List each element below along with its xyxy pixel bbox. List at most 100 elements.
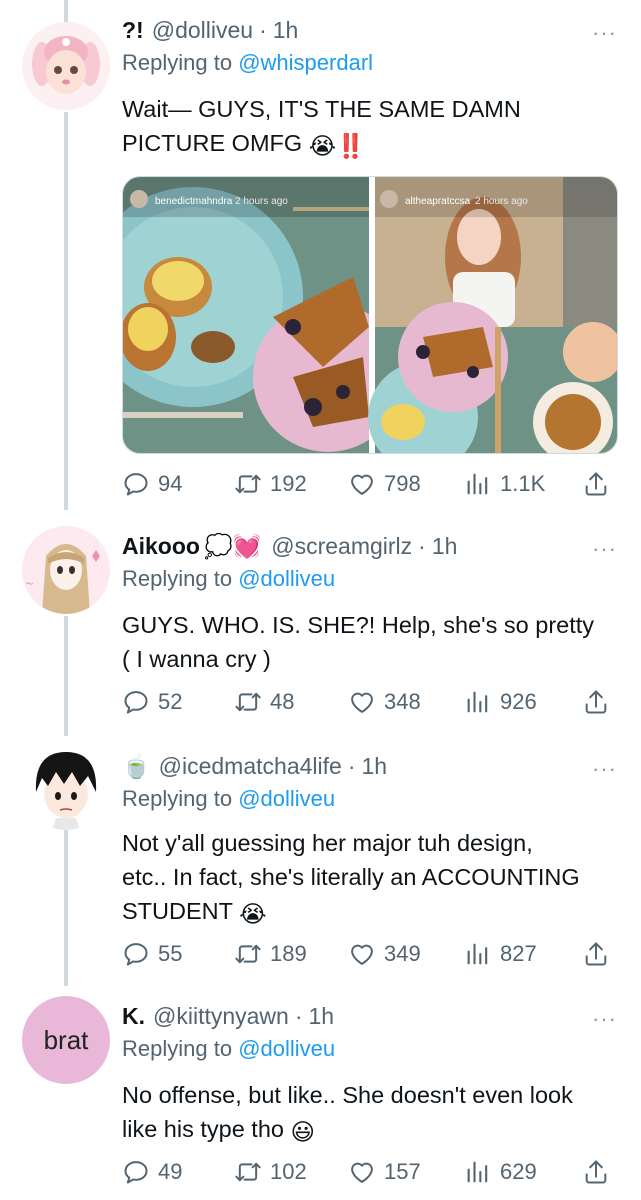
- like-icon: [348, 940, 376, 968]
- share-button[interactable]: [582, 940, 610, 968]
- retweet-count: 192: [270, 471, 307, 496]
- retweet-button[interactable]: 189: [234, 940, 307, 968]
- tweet-text: GUYS. WHO. IS. SHE?! Help, she's so pret…: [122, 608, 594, 676]
- tweet-text: Wait— GUYS, IT'S THE SAME DAMN PICTURE O…: [122, 92, 521, 163]
- reply-button[interactable]: 52: [122, 688, 182, 716]
- timestamp[interactable]: 1h: [309, 1003, 335, 1030]
- like-button[interactable]: 798: [348, 470, 421, 498]
- replying-label: Replying to: [122, 50, 233, 75]
- views-count: 926: [500, 689, 537, 714]
- separator-dot: ·: [418, 532, 426, 559]
- like-button[interactable]: 349: [348, 940, 421, 968]
- share-button[interactable]: [582, 688, 610, 716]
- like-count: 348: [384, 689, 421, 714]
- mention-link[interactable]: @dolliveu: [238, 1036, 335, 1061]
- avatar[interactable]: [22, 742, 110, 830]
- like-icon: [348, 1158, 376, 1186]
- text-line: ( I wanna cry ): [122, 646, 271, 672]
- mention-link[interactable]: @dolliveu: [238, 566, 335, 591]
- separator-dot: ·: [347, 752, 356, 779]
- anime-girl-avatar-image: ～: [22, 526, 110, 614]
- replying-label: Replying to: [122, 786, 233, 811]
- reply-count: 94: [158, 471, 183, 496]
- retweet-button[interactable]: 48: [234, 688, 294, 716]
- emoji: 😭: [239, 901, 267, 927]
- retweet-button[interactable]: 102: [234, 1158, 307, 1186]
- like-icon: [348, 470, 376, 498]
- retweet-icon: [234, 470, 262, 498]
- more-icon[interactable]: ···: [592, 1006, 617, 1032]
- display-name[interactable]: K.: [122, 1003, 145, 1030]
- reply-count: 52: [158, 689, 183, 714]
- like-button[interactable]: 157: [348, 1158, 421, 1186]
- retweet-count: 189: [270, 941, 307, 966]
- avatar[interactable]: brat: [22, 996, 110, 1084]
- avatar-text: brat: [43, 1024, 89, 1055]
- more-icon[interactable]: ···: [592, 20, 617, 46]
- tweet[interactable]: ?! @dolliveu · 1h ··· Replying to @whisp…: [0, 0, 641, 510]
- retweet-button[interactable]: 192: [234, 470, 307, 498]
- tweet[interactable]: brat K. @kiittynyawn · 1h ··· Replying t…: [0, 990, 641, 1200]
- handle[interactable]: @dolliveu: [152, 17, 253, 44]
- share-icon: [582, 688, 610, 716]
- handle[interactable]: @kiittynyawn: [153, 1003, 289, 1030]
- media-image: benedictmahndra 2 hours ago altheapratcc…: [123, 177, 617, 453]
- share-button[interactable]: [582, 1158, 610, 1186]
- reply-count: 55: [158, 941, 183, 966]
- tweet-text: No offense, but like.. She doesn't even …: [122, 1078, 573, 1149]
- media-attachment[interactable]: benedictmahndra 2 hours ago altheapratcc…: [122, 176, 618, 454]
- views-button[interactable]: 1.1K: [464, 470, 545, 498]
- text-line: PICTURE OMFG: [122, 130, 303, 156]
- retweet-icon: [234, 688, 262, 716]
- avatar[interactable]: ～: [22, 526, 110, 614]
- mention-link[interactable]: @dolliveu: [238, 786, 335, 811]
- replying-label: Replying to: [122, 1036, 233, 1061]
- like-button[interactable]: 348: [348, 688, 421, 716]
- avatar-scribble: ～: [26, 581, 33, 588]
- display-name[interactable]: Aikooo: [122, 533, 200, 560]
- handle[interactable]: @screamgirlz: [271, 533, 412, 560]
- like-count: 349: [384, 941, 421, 966]
- more-icon[interactable]: ···: [592, 536, 617, 562]
- handle[interactable]: @icedmatcha4life: [159, 753, 342, 780]
- reply-icon: [122, 688, 150, 716]
- anime-boy-avatar-image: [22, 742, 110, 830]
- tweet[interactable]: 🍵 @icedmatcha4life · 1h ··· Replying to …: [0, 736, 641, 986]
- like-count: 157: [384, 1159, 421, 1184]
- share-icon: [582, 470, 610, 498]
- replying-to: Replying to @whisperdarl: [122, 50, 373, 76]
- timestamp[interactable]: 1h: [361, 753, 387, 780]
- share-button[interactable]: [582, 470, 610, 498]
- separator-dot: ·: [294, 1002, 303, 1029]
- text-line: etc.. In fact, she's literally an ACCOUN…: [122, 864, 580, 890]
- avatar[interactable]: [22, 22, 110, 110]
- text-line: like his type tho: [122, 1116, 284, 1142]
- tweet-actions: 55 189 349 827: [122, 940, 621, 974]
- emoji: 😃: [290, 1119, 316, 1145]
- views-button[interactable]: 827: [464, 940, 537, 968]
- name-emoji: 💭💓: [203, 532, 262, 559]
- tweet[interactable]: ～ Aikooo 💭💓 @screamgirlz · 1h ··· Replyi…: [0, 520, 641, 730]
- display-name[interactable]: 🍵: [122, 753, 151, 780]
- retweet-count: 102: [270, 1159, 307, 1184]
- timestamp[interactable]: 1h: [432, 533, 458, 560]
- reply-button[interactable]: 55: [122, 940, 182, 968]
- timestamp[interactable]: 1h: [273, 17, 299, 44]
- views-count: 1.1K: [500, 471, 546, 496]
- views-icon: [464, 470, 492, 498]
- reply-icon: [122, 470, 150, 498]
- views-button[interactable]: 629: [464, 1158, 537, 1186]
- replying-to: Replying to @dolliveu: [122, 1036, 335, 1062]
- reply-icon: [122, 940, 150, 968]
- doll-avatar-image: [22, 22, 110, 110]
- display-name[interactable]: ?!: [122, 17, 144, 44]
- mention-link[interactable]: @whisperdarl: [238, 50, 373, 75]
- more-icon[interactable]: ···: [592, 756, 617, 782]
- story-username: benedictmahndra: [155, 196, 233, 207]
- reply-button[interactable]: 94: [122, 470, 182, 498]
- reply-button[interactable]: 49: [122, 1158, 182, 1186]
- separator-dot: ·: [259, 16, 267, 43]
- views-button[interactable]: 926: [464, 688, 537, 716]
- views-icon: [464, 688, 492, 716]
- retweet-icon: [234, 1158, 262, 1186]
